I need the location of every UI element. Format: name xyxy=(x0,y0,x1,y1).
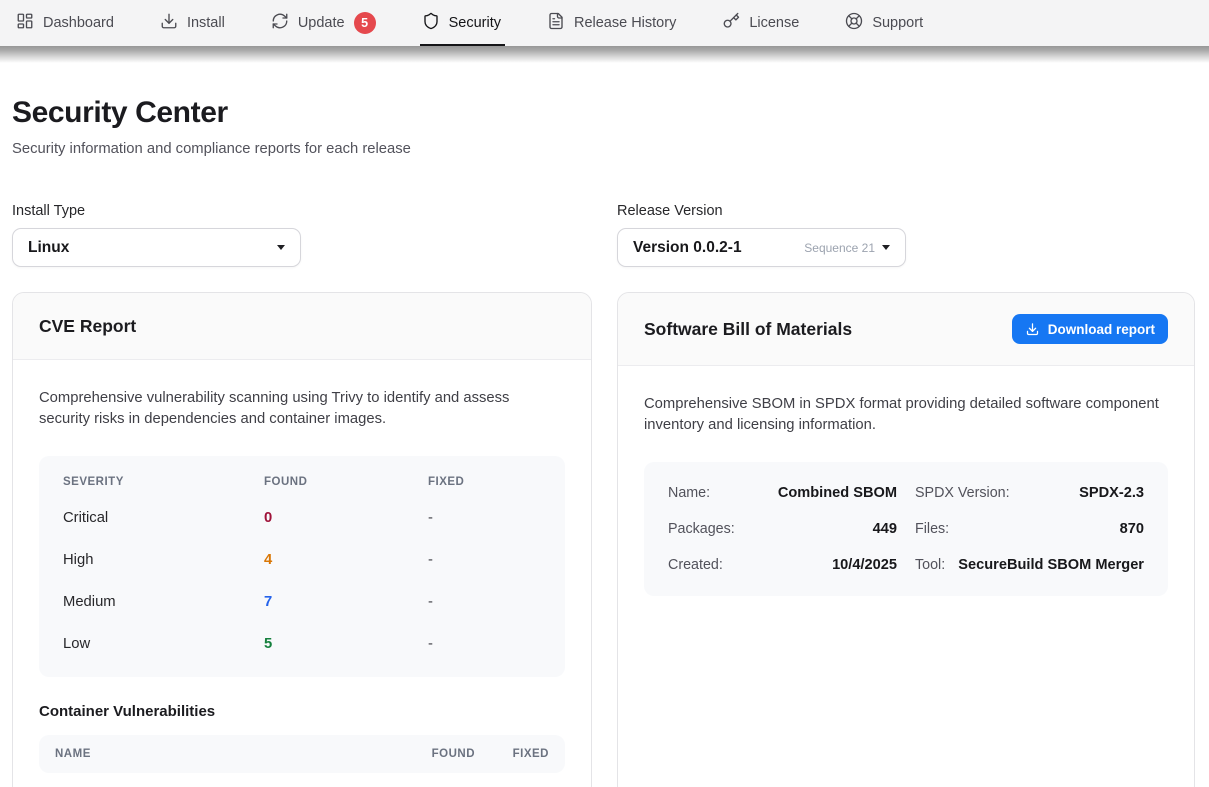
nav-label: License xyxy=(749,15,799,31)
nav-item-security[interactable]: Security xyxy=(422,0,501,46)
severity-table: SEVERITY FOUND FIXED Critical 0 - High 4… xyxy=(39,456,565,677)
release-version-value: Version 0.0.2-1 xyxy=(633,239,742,257)
table-row: High 4 - xyxy=(63,539,541,581)
info-value: 870 xyxy=(1120,521,1144,537)
nav-item-dashboard[interactable]: Dashboard xyxy=(16,0,114,46)
cve-card-header: CVE Report xyxy=(13,293,591,360)
main-content: Security Center Security information and… xyxy=(0,96,1209,787)
col-fixed: FIXED xyxy=(428,476,541,488)
sbom-description: Comprehensive SBOM in SPDX format provid… xyxy=(644,394,1164,437)
severity-table-header: SEVERITY FOUND FIXED xyxy=(63,466,541,497)
sequence-meta: Sequence 21 xyxy=(804,241,875,255)
nav-item-release-history[interactable]: Release History xyxy=(547,0,676,46)
col-found: FOUND xyxy=(417,748,475,760)
filters-row: Install Type Linux Release Version Versi… xyxy=(12,203,1197,267)
cve-card-title: CVE Report xyxy=(39,316,136,337)
info-value: SecureBuild SBOM Merger xyxy=(958,557,1144,573)
severity-name: Critical xyxy=(63,510,264,526)
severity-name: Medium xyxy=(63,594,264,610)
chevron-down-icon xyxy=(882,245,890,250)
cve-description: Comprehensive vulnerability scanning usi… xyxy=(39,388,559,431)
info-value: Combined SBOM xyxy=(778,485,897,501)
col-severity: SEVERITY xyxy=(63,476,264,488)
release-version-select[interactable]: Version 0.0.2-1 Sequence 21 xyxy=(617,228,906,267)
severity-name: High xyxy=(63,552,264,568)
sbom-card-body: Comprehensive SBOM in SPDX format provid… xyxy=(618,366,1194,620)
severity-found: 5 xyxy=(264,636,428,652)
severity-fixed: - xyxy=(428,552,541,568)
nav-label: Dashboard xyxy=(43,15,114,31)
update-count-badge: 5 xyxy=(354,12,376,34)
dashboard-icon xyxy=(16,12,34,34)
severity-fixed: - xyxy=(428,636,541,652)
severity-name: Low xyxy=(63,636,264,652)
download-report-button[interactable]: Download report xyxy=(1012,314,1168,344)
severity-found: 7 xyxy=(264,594,428,610)
sbom-info-packages: Packages: 449 xyxy=(668,511,897,547)
info-value: 10/4/2025 xyxy=(832,557,897,573)
col-name: NAME xyxy=(55,748,417,760)
info-value: 449 xyxy=(873,521,897,537)
key-icon xyxy=(722,12,740,34)
cve-card-body: Comprehensive vulnerability scanning usi… xyxy=(13,360,591,787)
col-fixed: FIXED xyxy=(491,748,549,760)
download-icon xyxy=(160,12,178,34)
download-icon xyxy=(1025,322,1040,337)
refresh-icon xyxy=(271,12,289,34)
cve-report-card: CVE Report Comprehensive vulnerability s… xyxy=(12,292,592,787)
sbom-card: Software Bill of Materials Download repo… xyxy=(617,292,1195,787)
nav-label: Update xyxy=(298,15,345,31)
release-version-label: Release Version xyxy=(617,203,1195,219)
nav-label: Install xyxy=(187,15,225,31)
table-row: Low 5 - xyxy=(63,623,541,665)
lifebuoy-icon xyxy=(845,12,863,34)
sbom-info-files: Files: 870 xyxy=(915,511,1144,547)
release-version-filter: Release Version Version 0.0.2-1 Sequence… xyxy=(617,203,1195,267)
page-subtitle: Security information and compliance repo… xyxy=(12,141,1197,157)
severity-fixed: - xyxy=(428,510,541,526)
container-vulnerabilities-title: Container Vulnerabilities xyxy=(39,703,565,720)
chevron-down-icon xyxy=(277,245,285,250)
sbom-info-tool: Tool: SecureBuild SBOM Merger xyxy=(915,547,1144,583)
install-type-value: Linux xyxy=(28,239,69,257)
sbom-info-grid: Name: Combined SBOM SPDX Version: SPDX-2… xyxy=(644,462,1168,596)
install-type-label: Install Type xyxy=(12,203,592,219)
download-report-label: Download report xyxy=(1048,322,1155,337)
severity-found: 4 xyxy=(264,552,428,568)
install-type-filter: Install Type Linux xyxy=(12,203,592,267)
sbom-card-header: Software Bill of Materials Download repo… xyxy=(618,293,1194,366)
sbom-info-name: Name: Combined SBOM xyxy=(668,475,897,511)
info-value: SPDX-2.3 xyxy=(1079,485,1144,501)
scroll-shadow xyxy=(0,46,1209,63)
sbom-info-spdx-version: SPDX Version: SPDX-2.3 xyxy=(915,475,1144,511)
table-row: Medium 7 - xyxy=(63,581,541,623)
table-row: Critical 0 - xyxy=(63,497,541,539)
severity-found: 0 xyxy=(264,510,428,526)
nav-item-support[interactable]: Support xyxy=(845,0,923,46)
info-label: SPDX Version: xyxy=(915,485,1010,501)
top-navigation: Dashboard Install Update 5 Security Rele… xyxy=(0,0,1209,46)
container-vulnerabilities-header: NAME FOUND FIXED xyxy=(39,735,565,773)
info-label: Name: xyxy=(668,485,710,501)
sbom-card-title: Software Bill of Materials xyxy=(644,319,852,340)
nav-item-install[interactable]: Install xyxy=(160,0,225,46)
shield-icon xyxy=(422,12,440,34)
info-label: Created: xyxy=(668,557,723,573)
nav-item-license[interactable]: License xyxy=(722,0,799,46)
install-type-select[interactable]: Linux xyxy=(12,228,301,267)
nav-label: Release History xyxy=(574,15,676,31)
info-label: Packages: xyxy=(668,521,735,537)
cards-row: CVE Report Comprehensive vulnerability s… xyxy=(12,292,1197,787)
col-found: FOUND xyxy=(264,476,428,488)
info-label: Tool: xyxy=(915,557,945,573)
nav-item-update[interactable]: Update 5 xyxy=(271,0,376,46)
nav-label: Security xyxy=(449,15,501,31)
nav-label: Support xyxy=(872,15,923,31)
file-text-icon xyxy=(547,12,565,34)
page-title: Security Center xyxy=(12,96,1197,130)
info-label: Files: xyxy=(915,521,949,537)
sbom-info-created: Created: 10/4/2025 xyxy=(668,547,897,583)
severity-fixed: - xyxy=(428,594,541,610)
